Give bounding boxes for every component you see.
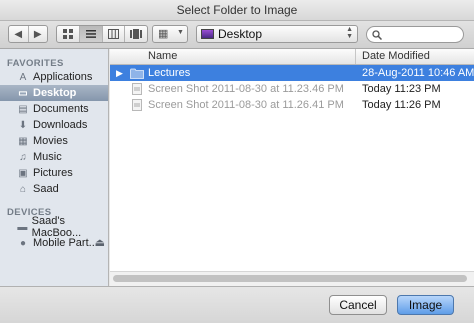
sidebar: FAVORITES A Applications ▭ Desktop ▤ Doc… — [0, 49, 109, 286]
image-file-icon — [132, 99, 142, 111]
column-view-icon — [107, 29, 119, 39]
icon-view-button[interactable] — [57, 26, 79, 42]
movies-icon: ▦ — [18, 135, 28, 147]
folder-icon — [130, 68, 144, 79]
updown-chevron-icon: ▲ ▼ — [346, 26, 353, 40]
coverflow-view-button[interactable] — [124, 26, 147, 42]
sidebar-item-label: Saad — [33, 183, 59, 195]
desktop-folder-icon — [201, 29, 214, 39]
sidebar-item-pictures[interactable]: ▣ Pictures — [0, 165, 108, 181]
list-view-button[interactable] — [78, 26, 102, 42]
column-view-button[interactable] — [101, 26, 125, 42]
table-row[interactable]: ▶ Lectures 28-Aug-2011 10:46 AM — [110, 65, 474, 81]
column-header-name[interactable]: Name — [148, 50, 177, 62]
file-name: Screen Shot 2011-08-30 at 11.23.46 PM — [148, 83, 344, 95]
sidebar-item-desktop[interactable]: ▭ Desktop — [0, 85, 108, 101]
disclosure-triangle-icon[interactable]: ▶ — [116, 68, 123, 79]
file-date: 28-Aug-2011 10:46 AM — [362, 67, 474, 79]
file-list: Name Date Modified ▶ Lectures 28-Aug-201… — [110, 49, 474, 271]
sidebar-item-music[interactable]: ♫ Music — [0, 149, 108, 165]
sidebar-item-label: Documents — [33, 103, 89, 115]
downloads-icon: ⬇ — [18, 119, 28, 131]
sidebar-item-mobile-partition[interactable]: ● Mobile Part... ⏏ — [0, 235, 108, 251]
home-icon: ⌂ — [19, 183, 27, 195]
file-date: Today 11:26 PM — [362, 99, 441, 111]
location-popup[interactable]: Desktop ▲ ▼ — [196, 25, 358, 43]
file-date: Today 11:23 PM — [362, 83, 441, 95]
pictures-icon: ▣ — [18, 167, 28, 179]
chevron-down-icon: ▼ — [177, 29, 184, 36]
eject-icon[interactable]: ⏏ — [95, 236, 105, 249]
window-title: Select Folder to Image — [0, 0, 474, 21]
view-switcher — [56, 25, 148, 43]
table-row[interactable]: Screen Shot 2011-08-30 at 11.23.46 PM To… — [110, 81, 474, 97]
scrollbar-thumb[interactable] — [113, 275, 467, 282]
button-bar: Cancel Image — [0, 286, 474, 323]
search-icon — [372, 30, 382, 40]
back-button[interactable]: ◀ — [9, 26, 28, 42]
sidebar-item-documents[interactable]: ▤ Documents — [0, 101, 108, 117]
sidebar-item-label: Desktop — [33, 87, 77, 99]
icon-view-icon — [62, 29, 73, 39]
list-view-icon — [85, 30, 96, 38]
column-divider — [355, 49, 356, 64]
desktop-icon: ▭ — [18, 87, 28, 99]
coverflow-view-icon — [130, 29, 143, 39]
sidebar-item-label: Mobile Part... — [33, 237, 98, 249]
location-label: Desktop — [218, 27, 263, 41]
file-name: Screen Shot 2011-08-30 at 11.26.41 PM — [148, 99, 344, 111]
column-header-date-modified[interactable]: Date Modified — [362, 50, 430, 62]
image-file-icon — [132, 83, 142, 95]
sidebar-item-movies[interactable]: ▦ Movies — [0, 133, 108, 149]
sidebar-item-saad[interactable]: ⌂ Saad — [0, 181, 108, 197]
music-icon: ♫ — [19, 151, 27, 163]
documents-icon: ▤ — [18, 103, 28, 115]
arrange-icon: ▦ — [158, 28, 169, 40]
arrange-menu-button[interactable]: ▦ ▼ — [152, 25, 188, 43]
nav-buttons: ◀ ▶ — [8, 25, 48, 43]
forward-button[interactable]: ▶ — [27, 26, 48, 42]
file-name: Lectures — [148, 67, 191, 79]
sidebar-item-macbook[interactable]: ▬ Saad's MacBoo... — [0, 215, 108, 239]
favorites-heading: FAVORITES — [7, 58, 64, 69]
sidebar-item-label: Applications — [33, 71, 93, 83]
sidebar-item-label: Downloads — [33, 119, 88, 131]
image-button[interactable]: Image — [397, 295, 454, 315]
horizontal-scrollbar[interactable] — [110, 271, 474, 286]
laptop-icon: ▬ — [17, 221, 28, 233]
table-row[interactable]: Screen Shot 2011-08-30 at 11.26.41 PM To… — [110, 97, 474, 113]
applications-icon: A — [19, 71, 27, 83]
sidebar-item-applications[interactable]: A Applications — [0, 69, 108, 85]
cancel-button[interactable]: Cancel — [329, 295, 387, 315]
sidebar-item-label: Pictures — [33, 167, 73, 179]
sidebar-item-downloads[interactable]: ⬇ Downloads — [0, 117, 108, 133]
sidebar-item-label: Movies — [33, 135, 68, 147]
search-field[interactable] — [366, 26, 464, 43]
disk-icon: ● — [19, 237, 27, 249]
column-headers: Name Date Modified — [110, 49, 474, 65]
sidebar-item-label: Music — [33, 151, 62, 163]
toolbar: ◀ ▶ ▦ ▼ Desktop ▲ ▼ — [0, 21, 474, 49]
forward-arrow-icon: ▶ — [33, 28, 42, 40]
back-arrow-icon: ◀ — [14, 28, 23, 40]
